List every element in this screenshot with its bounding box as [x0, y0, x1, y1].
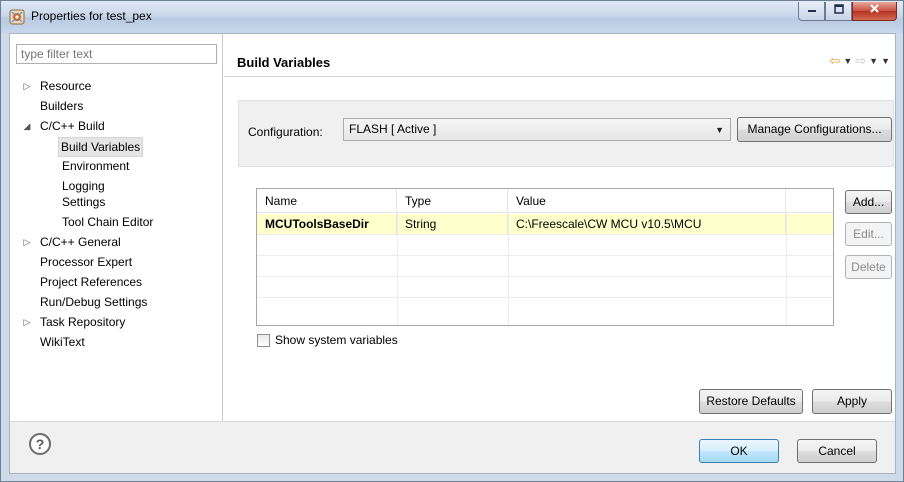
- table-gridline: [257, 234, 833, 235]
- configuration-value: FLASH [ Active ]: [349, 122, 437, 136]
- title-bar[interactable]: Properties for test_pex: [1, 1, 903, 33]
- collapse-arrow-icon[interactable]: ◢: [22, 116, 32, 136]
- page-header: Build Variables ⇦ ▼ ⇨ ▼ ▼: [224, 34, 895, 77]
- tree-item-settings[interactable]: Settings: [10, 192, 223, 212]
- build-variables-table: Name Type Value MCUToolsBaseDir String C…: [256, 188, 834, 326]
- tree-item-environment[interactable]: Environment: [10, 156, 223, 176]
- window-title: Properties for test_pex: [31, 9, 152, 23]
- expand-arrow-icon[interactable]: ▷: [22, 232, 32, 252]
- tree-item-task-repository[interactable]: ▷ Task Repository: [10, 312, 223, 332]
- restore-defaults-button[interactable]: Restore Defaults: [699, 389, 803, 414]
- tree-item-cpp-general[interactable]: ▷ C/C++ General: [10, 232, 223, 252]
- tree-item-processor-expert[interactable]: Processor Expert: [10, 252, 223, 272]
- properties-gear-icon: [9, 9, 25, 25]
- configuration-select[interactable]: FLASH [ Active ] ▼: [343, 118, 731, 141]
- category-pane: ▷ Resource Builders ◢ C/C++ Build Build …: [10, 34, 223, 421]
- table-gridline: [257, 276, 833, 277]
- show-system-variables-checkbox[interactable]: Show system variables: [257, 333, 398, 347]
- tree-item-label: Settings: [62, 195, 106, 209]
- maximize-button[interactable]: [825, 2, 852, 21]
- ok-button[interactable]: OK: [699, 439, 779, 463]
- tree-item-builders[interactable]: Builders: [10, 96, 223, 116]
- minimize-icon: [799, 3, 824, 17]
- tree-item-label: Task Repository: [40, 315, 126, 329]
- tree-item-resource[interactable]: ▷ Resource: [10, 76, 223, 96]
- close-icon: [853, 2, 896, 17]
- checkbox-box[interactable]: [257, 333, 270, 347]
- configuration-group: Configuration: FLASH [ Active ] ▼ Manage…: [238, 100, 894, 167]
- tree-item-cpp-build[interactable]: ◢ C/C++ Build: [10, 116, 223, 136]
- properties-window: Properties for test_pex type filter text…: [0, 0, 904, 482]
- table-column-divider: [397, 213, 398, 325]
- cancel-button[interactable]: Cancel: [797, 439, 877, 463]
- column-header-value[interactable]: Value: [508, 189, 786, 213]
- tree-item-label: Builders: [40, 99, 84, 113]
- window-controls: [798, 2, 897, 22]
- tree-item-label: C/C++ Build: [40, 119, 105, 133]
- tree-item-project-references[interactable]: Project References: [10, 272, 223, 292]
- minimize-button[interactable]: [798, 2, 825, 21]
- tree-item-label: WikiText: [40, 335, 85, 349]
- add-button[interactable]: Add...: [845, 190, 892, 214]
- variable-value-cell: C:\Freescale\CW MCU v10.5\MCU: [508, 214, 786, 234]
- chevron-down-icon: ▼: [715, 125, 724, 135]
- configuration-label: Configuration:: [248, 125, 323, 139]
- tree-item-label: Environment: [62, 159, 130, 173]
- tree-item-label: Tool Chain Editor: [62, 215, 154, 229]
- close-button[interactable]: [852, 2, 897, 21]
- expand-arrow-icon[interactable]: ▷: [22, 312, 32, 332]
- table-row[interactable]: MCUToolsBaseDir String C:\Freescale\CW M…: [257, 214, 833, 234]
- property-page: Build Variables ⇦ ▼ ⇨ ▼ ▼ Configuration:…: [224, 34, 895, 421]
- tree-item-label: Run/Debug Settings: [40, 295, 148, 309]
- forward-history-dropdown-icon[interactable]: ▼: [869, 56, 878, 66]
- maximize-icon: [826, 3, 851, 17]
- help-icon[interactable]: ?: [29, 433, 51, 455]
- expand-arrow-icon[interactable]: ▷: [22, 76, 32, 96]
- dialog-footer: ? OK Cancel: [10, 421, 895, 473]
- tree-item-label: Project References: [40, 275, 143, 289]
- back-history-dropdown-icon[interactable]: ▼: [843, 56, 852, 66]
- tree-item-label: C/C++ General: [40, 235, 121, 249]
- edit-button[interactable]: Edit...: [845, 222, 892, 246]
- column-header-type[interactable]: Type: [397, 189, 508, 213]
- tree-item-tool-chain-editor[interactable]: Tool Chain Editor: [10, 212, 223, 232]
- tree-item-wikitext[interactable]: WikiText: [10, 332, 223, 352]
- manage-configurations-button[interactable]: Manage Configurations...: [737, 117, 892, 142]
- table-gridline: [257, 297, 833, 298]
- page-title: Build Variables: [237, 55, 331, 70]
- table-gridline: [257, 255, 833, 256]
- apply-button[interactable]: Apply: [812, 389, 892, 414]
- tree-item-label: Processor Expert: [40, 255, 133, 269]
- variable-name-cell: MCUToolsBaseDir: [257, 214, 397, 234]
- delete-button[interactable]: Delete: [845, 255, 892, 279]
- filter-input[interactable]: [16, 44, 217, 64]
- view-menu-dropdown-icon[interactable]: ▼: [881, 56, 890, 66]
- category-tree: ▷ Resource Builders ◢ C/C++ Build Build …: [10, 76, 223, 352]
- tree-item-label: Build Variables: [58, 137, 144, 157]
- dialog-client-area: ▷ Resource Builders ◢ C/C++ Build Build …: [9, 33, 896, 474]
- table-column-divider: [508, 213, 509, 325]
- column-header-name[interactable]: Name: [257, 189, 397, 213]
- forward-arrow-icon[interactable]: ⇨: [855, 53, 866, 69]
- show-system-variables-label: Show system variables: [275, 333, 398, 347]
- tree-item-build-variables[interactable]: Build Variables: [10, 136, 223, 157]
- variable-type-cell: String: [397, 214, 508, 234]
- tree-item-run-debug-settings[interactable]: Run/Debug Settings: [10, 292, 223, 312]
- page-navigation: ⇦ ▼ ⇨ ▼ ▼: [829, 53, 890, 69]
- table-column-divider: [786, 213, 787, 325]
- back-arrow-icon[interactable]: ⇦: [829, 53, 840, 69]
- table-header-row: Name Type Value: [257, 189, 833, 213]
- tree-item-label: Resource: [40, 79, 92, 93]
